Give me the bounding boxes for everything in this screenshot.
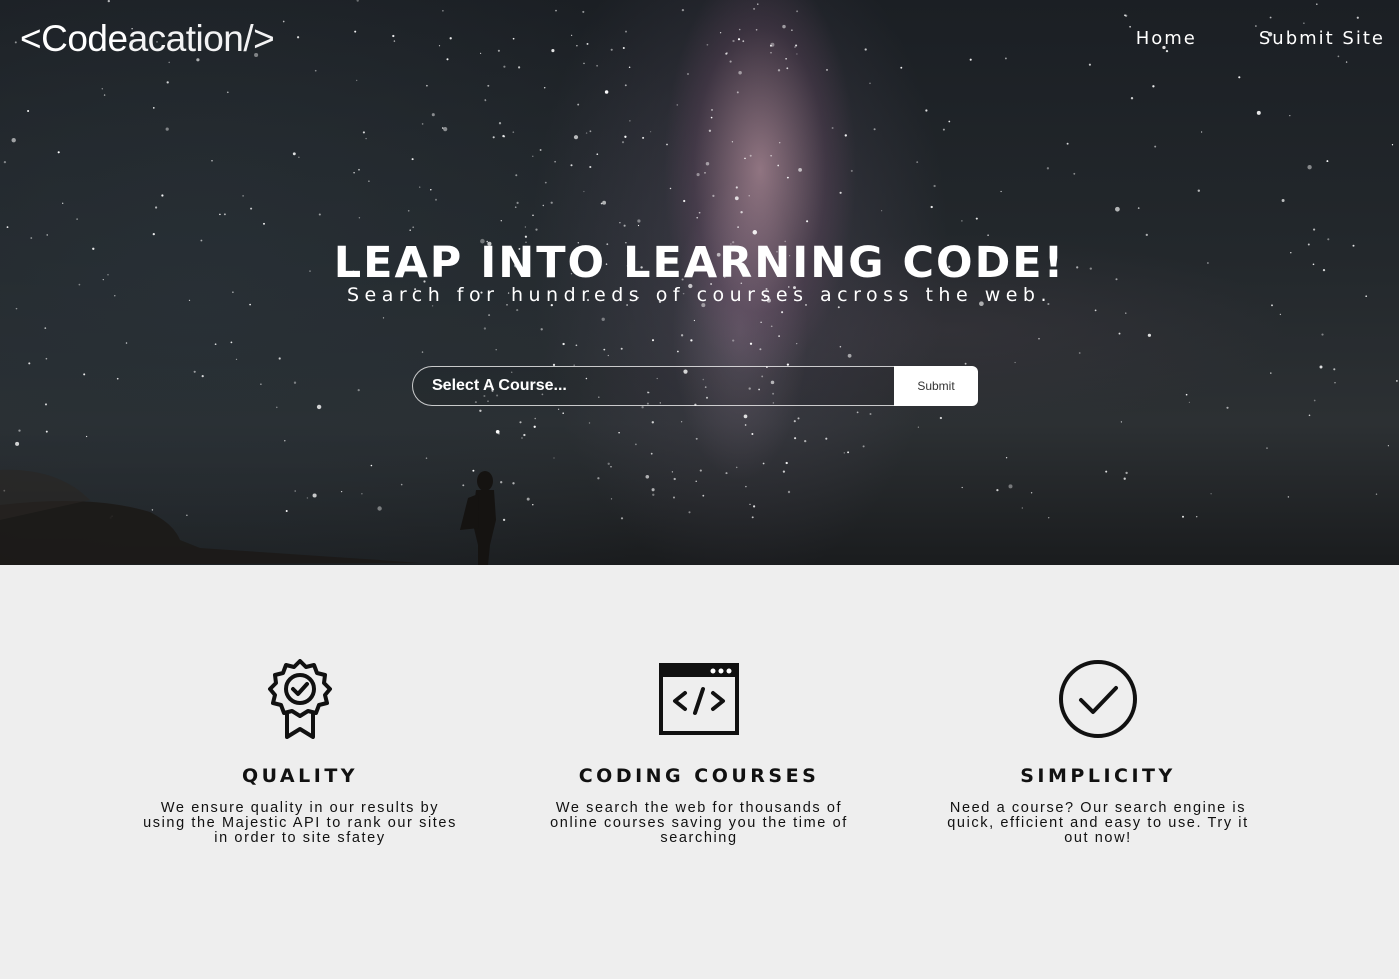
code-window-icon: [659, 663, 739, 735]
award-ribbon-icon: [268, 659, 332, 739]
feature-description: We search the web for thousands of onlin…: [550, 800, 848, 846]
nav-submit-site-link[interactable]: Submit Site: [1259, 28, 1385, 49]
search-submit-button[interactable]: Submit: [894, 366, 978, 406]
hero-headline: LEAP INTO LEARNING CODE!: [333, 238, 1066, 288]
check-circle-icon: [1059, 660, 1137, 738]
feature-description: We ensure quality in our results by usin…: [143, 800, 457, 846]
feature-title: CODING COURSES: [578, 765, 820, 787]
hero-subheadline: Search for hundreds of courses across th…: [346, 284, 1053, 306]
nav-home-link[interactable]: Home: [1136, 28, 1197, 49]
features-section: QUALITY We ensure quality in our results…: [0, 565, 1399, 979]
course-search-form: Submit: [412, 366, 978, 406]
hiker-silhouette: [460, 471, 496, 565]
feature-title: QUALITY: [241, 765, 359, 787]
feature-title: SIMPLICITY: [1020, 765, 1176, 787]
course-search-input[interactable]: [412, 366, 894, 406]
feature-description: Need a course? Our search engine is quic…: [947, 800, 1249, 846]
logo-acation-part: acation/>: [127, 18, 275, 59]
site-logo[interactable]: <Codeacation/>: [20, 18, 275, 60]
top-navigation: Home Submit Site: [1136, 28, 1385, 49]
hero-section: <Codeacation/> Home Submit Site LEAP INT…: [0, 0, 1399, 565]
logo-code-part: <Code: [20, 18, 128, 59]
